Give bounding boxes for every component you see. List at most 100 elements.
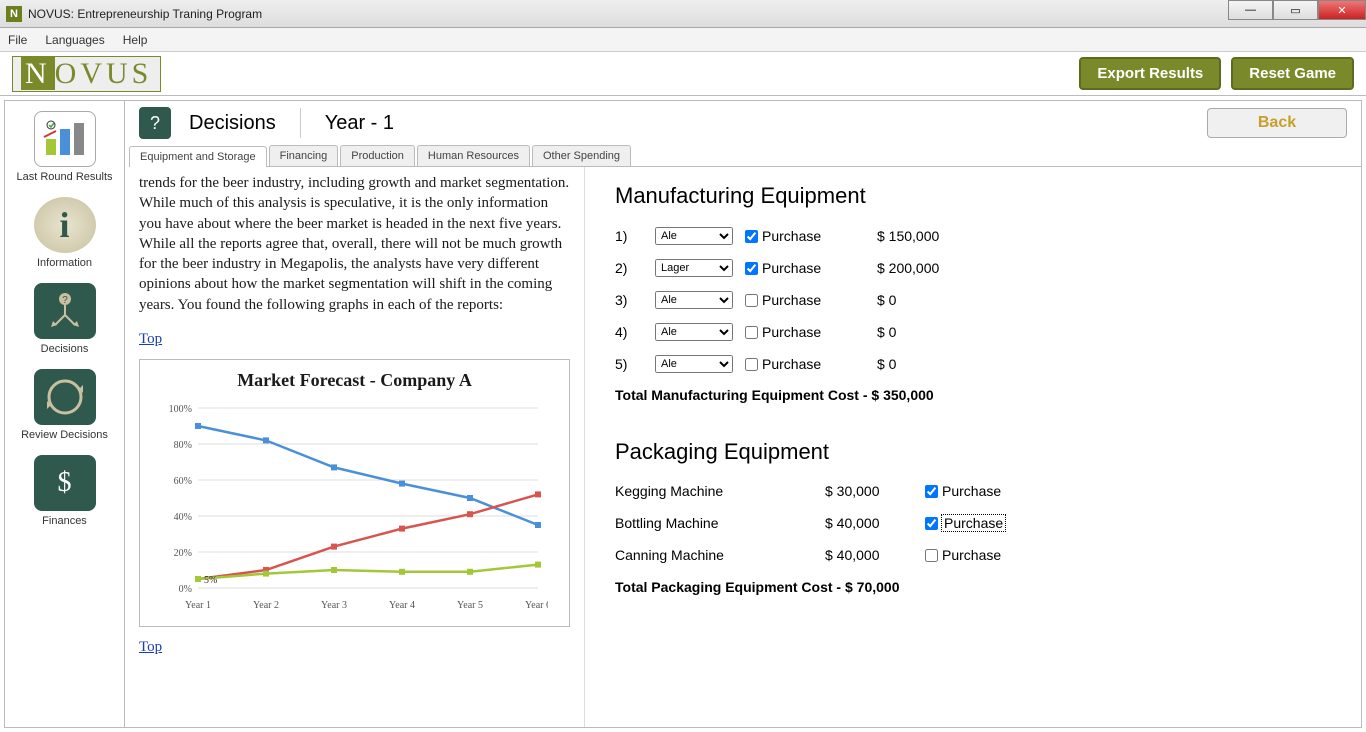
manufacturing-equipment-heading: Manufacturing Equipment xyxy=(615,183,1331,209)
sidebar-item-information[interactable]: i Information xyxy=(34,197,96,269)
export-results-button[interactable]: Export Results xyxy=(1079,57,1221,90)
svg-text:?: ? xyxy=(62,295,68,306)
purchase-checkbox[interactable] xyxy=(745,262,758,275)
top-link-2[interactable]: Top xyxy=(139,639,162,655)
bar-chart-icon xyxy=(34,111,96,167)
tab-human-resources[interactable]: Human Resources xyxy=(417,145,530,166)
decisions-form[interactable]: Manufacturing Equipment 1) Ale Purchase $ … xyxy=(585,167,1361,727)
sidebar-item-last-round-results[interactable]: Last Round Results xyxy=(17,111,113,183)
svg-text:Year 4: Year 4 xyxy=(389,600,415,611)
page-header: ? Decisions Year - 1 Back xyxy=(125,101,1361,145)
svg-text:Year 6: Year 6 xyxy=(525,600,548,611)
svg-text:Year 1: Year 1 xyxy=(185,600,211,611)
decisions-icon: ? xyxy=(34,283,96,339)
tab-equipment-and-storage[interactable]: Equipment and Storage xyxy=(129,146,267,167)
slot-cost: $ 0 xyxy=(877,356,997,372)
purchase-label: Purchase xyxy=(942,515,1005,531)
title-bar: N NOVUS: Entrepreneurship Traning Progra… xyxy=(0,0,1366,28)
sidebar-item-decisions[interactable]: ? Decisions xyxy=(34,283,96,355)
tabs: Equipment and StorageFinancingProduction… xyxy=(129,145,1361,167)
packaging-row-kegging-machine: Kegging Machine$ 30,000 Purchase xyxy=(615,483,1331,499)
logo: NOVUS xyxy=(12,56,161,92)
slot-cost: $ 0 xyxy=(877,324,997,340)
packaging-name: Kegging Machine xyxy=(615,483,825,499)
slot-cost: $ 200,000 xyxy=(877,260,997,276)
info-icon: i xyxy=(34,197,96,253)
slot-cost: $ 0 xyxy=(877,292,997,308)
tab-other-spending[interactable]: Other Spending xyxy=(532,145,631,166)
equipment-type-select[interactable]: Ale xyxy=(655,323,733,341)
equipment-type-select[interactable]: Lager xyxy=(655,259,733,277)
window-title: NOVUS: Entrepreneurship Traning Program xyxy=(28,7,262,21)
tab-production[interactable]: Production xyxy=(340,145,415,166)
purchase-label: Purchase xyxy=(762,292,821,308)
chart-title: Market Forecast - Company A xyxy=(148,368,561,392)
menu-help[interactable]: Help xyxy=(123,33,148,47)
svg-text:40%: 40% xyxy=(174,512,192,523)
slot-number: 5) xyxy=(615,356,643,372)
equipment-type-select[interactable]: Ale xyxy=(655,291,733,309)
equipment-slot-3: 3) Ale Purchase $ 0 xyxy=(615,291,1331,309)
equipment-slot-2: 2) Lager Purchase $ 200,000 xyxy=(615,259,1331,277)
tab-financing[interactable]: Financing xyxy=(269,145,339,166)
chart-market-forecast: Market Forecast - Company A 0%20%40%60%8… xyxy=(139,359,570,627)
equipment-type-select[interactable]: Ale xyxy=(655,355,733,373)
svg-text:5%: 5% xyxy=(204,575,217,586)
equipment-slot-4: 4) Ale Purchase $ 0 xyxy=(615,323,1331,341)
svg-text:20%: 20% xyxy=(174,548,192,559)
purchase-checkbox[interactable] xyxy=(745,230,758,243)
info-pane[interactable]: trends for the beer industry, including … xyxy=(125,167,585,727)
menu-bar: File Languages Help xyxy=(0,28,1366,52)
info-paragraph: trends for the beer industry, including … xyxy=(139,173,570,315)
packaging-total: Total Packaging Equipment Cost - $ 70,00… xyxy=(615,579,1331,595)
back-button[interactable]: Back xyxy=(1207,108,1347,138)
maximize-button[interactable]: ▭ xyxy=(1273,0,1318,20)
packaging-row-bottling-machine: Bottling Machine$ 40,000 Purchase xyxy=(615,515,1331,531)
purchase-label: Purchase xyxy=(942,547,1001,563)
app-icon: N xyxy=(6,6,22,22)
dollar-icon: $ xyxy=(34,455,96,511)
purchase-label: Purchase xyxy=(762,260,821,276)
packaging-cost: $ 40,000 xyxy=(825,515,925,531)
purchase-checkbox[interactable] xyxy=(925,517,938,530)
purchase-checkbox[interactable] xyxy=(745,358,758,371)
purchase-checkbox[interactable] xyxy=(745,294,758,307)
sidebar-item-finances[interactable]: $ Finances xyxy=(34,455,96,527)
menu-languages[interactable]: Languages xyxy=(45,33,104,47)
packaging-cost: $ 30,000 xyxy=(825,483,925,499)
purchase-checkbox[interactable] xyxy=(745,326,758,339)
svg-text:0%: 0% xyxy=(179,584,192,595)
svg-text:Year 2: Year 2 xyxy=(253,600,279,611)
minimize-button[interactable]: — xyxy=(1228,0,1273,20)
svg-text:80%: 80% xyxy=(174,440,192,451)
slot-number: 3) xyxy=(615,292,643,308)
equipment-type-select[interactable]: Ale xyxy=(655,227,733,245)
reset-game-button[interactable]: Reset Game xyxy=(1231,57,1354,90)
slot-number: 1) xyxy=(615,228,643,244)
packaging-name: Canning Machine xyxy=(615,547,825,563)
packaging-name: Bottling Machine xyxy=(615,515,825,531)
packaging-equipment-heading: Packaging Equipment xyxy=(615,439,1331,465)
sidebar: Last Round Results i Information ? Decis… xyxy=(5,101,125,727)
sidebar-item-review-decisions[interactable]: Review Decisions xyxy=(21,369,108,441)
svg-text:Year 3: Year 3 xyxy=(321,600,347,611)
top-link[interactable]: Top xyxy=(139,331,162,347)
manufacturing-total: Total Manufacturing Equipment Cost - $ 3… xyxy=(615,387,1331,403)
decisions-page-icon: ? xyxy=(139,107,171,139)
close-button[interactable]: ✕ xyxy=(1318,0,1366,20)
packaging-cost: $ 40,000 xyxy=(825,547,925,563)
slot-number: 2) xyxy=(615,260,643,276)
purchase-checkbox[interactable] xyxy=(925,485,938,498)
purchase-label: Purchase xyxy=(942,483,1001,499)
page-year: Year - 1 xyxy=(325,112,394,135)
purchase-label: Purchase xyxy=(762,356,821,372)
page-title: Decisions xyxy=(189,112,276,135)
svg-text:100%: 100% xyxy=(169,404,192,415)
purchase-label: Purchase xyxy=(762,228,821,244)
menu-file[interactable]: File xyxy=(8,33,27,47)
cycle-icon xyxy=(34,369,96,425)
packaging-row-canning-machine: Canning Machine$ 40,000 Purchase xyxy=(615,547,1331,563)
slot-number: 4) xyxy=(615,324,643,340)
purchase-label: Purchase xyxy=(762,324,821,340)
purchase-checkbox[interactable] xyxy=(925,549,938,562)
